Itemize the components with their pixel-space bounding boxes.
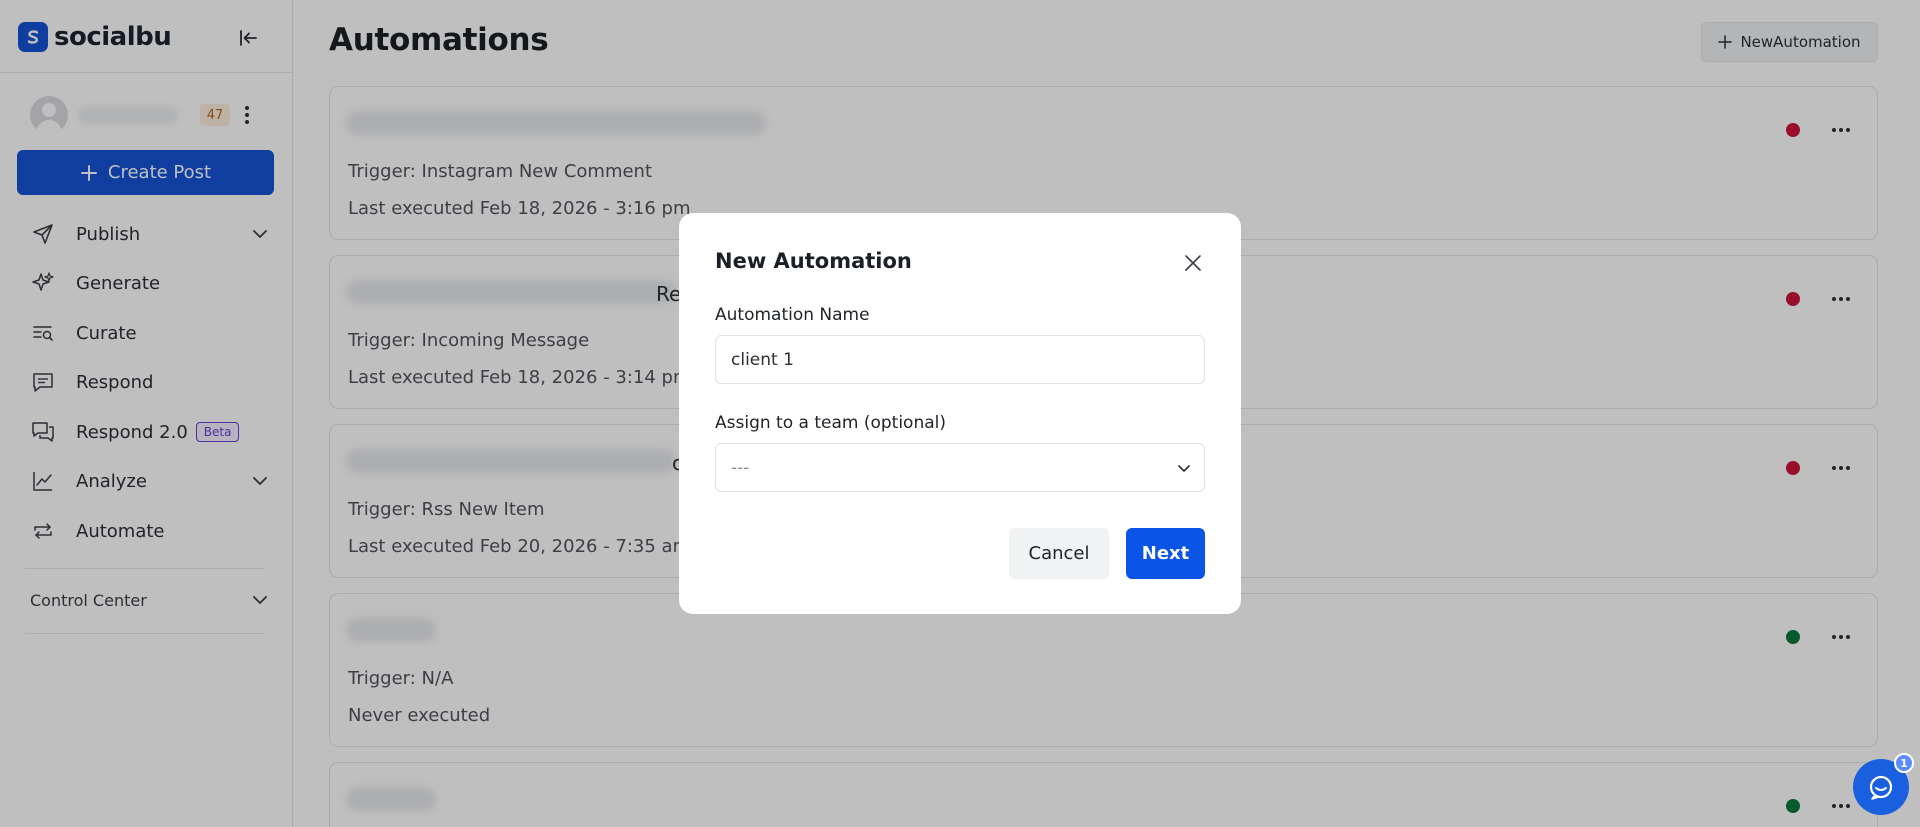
team-select-value: --- [731,457,750,478]
dialog-title: New Automation [715,249,912,273]
automation-name-input[interactable] [715,335,1205,384]
automation-name-label: Automation Name [715,305,870,325]
chat-bubble-icon [1869,775,1893,800]
chat-unread-badge: 1 [1894,753,1914,773]
team-select[interactable]: --- [715,443,1205,492]
chevron-down-icon [1178,465,1190,472]
cancel-button[interactable]: Cancel [1009,528,1109,579]
team-label: Assign to a team (optional) [715,413,946,433]
close-icon[interactable] [1181,251,1205,275]
next-button[interactable]: Next [1126,528,1205,579]
new-automation-dialog: New Automation Automation Name Assign to… [679,213,1241,614]
